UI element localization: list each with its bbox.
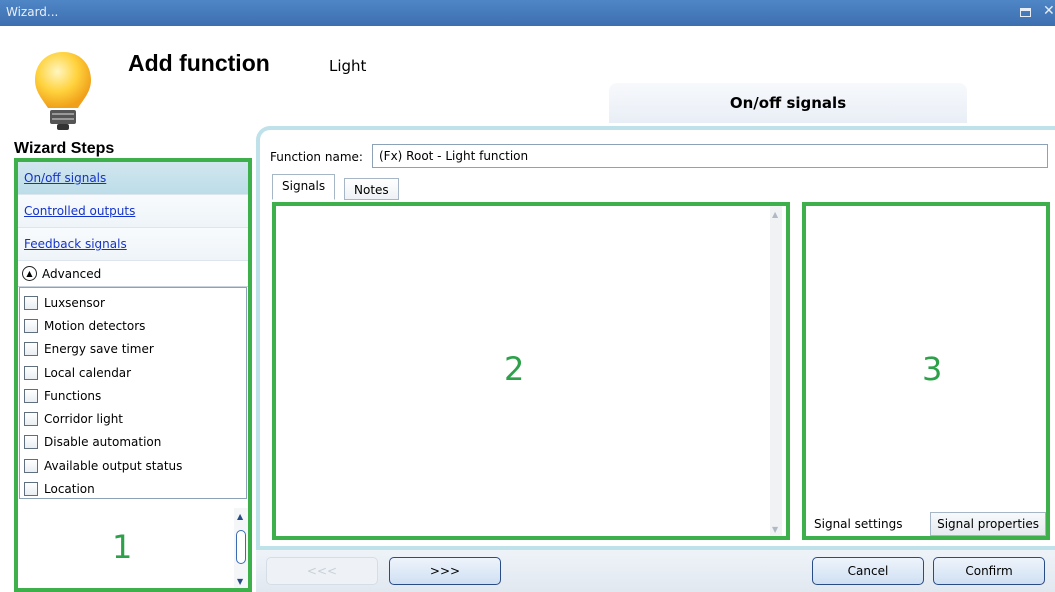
option-available-output-status[interactable]: Available output status	[20, 454, 246, 477]
checkbox[interactable]	[24, 365, 38, 380]
step-link-controlled-outputs[interactable]: Controlled outputs	[18, 195, 248, 228]
annotation-number-2: 2	[504, 350, 525, 388]
advanced-toggle[interactable]: ▲ Advanced	[18, 261, 248, 287]
scroll-up-arrow-icon[interactable]: ▲	[772, 210, 778, 219]
next-button[interactable]: >>>	[389, 557, 501, 585]
option-functions[interactable]: Functions	[20, 384, 246, 407]
checkbox[interactable]	[24, 482, 38, 497]
checkbox[interactable]	[24, 435, 38, 450]
confirm-button[interactable]: Confirm	[933, 557, 1045, 585]
current-step-tab: On/off signals	[609, 83, 967, 123]
sidebar-scrollbar[interactable]: ▲ ▼	[234, 508, 248, 588]
option-label: Available output status	[44, 458, 183, 473]
restore-window-icon[interactable]	[1020, 8, 1031, 17]
scroll-down-arrow-icon[interactable]: ▼	[772, 525, 778, 534]
scrollbar-thumb[interactable]	[236, 530, 246, 564]
scroll-up-arrow-icon[interactable]: ▲	[237, 512, 243, 521]
sidebar-scroll-area: 1 ▲ ▼	[18, 508, 248, 588]
signals-scrollbar[interactable]: ▲ ▼	[770, 206, 782, 536]
wizard-steps-title: Wizard Steps	[14, 140, 115, 157]
cancel-button[interactable]: Cancel	[812, 557, 924, 585]
option-corridor-light[interactable]: Corridor light	[20, 407, 246, 430]
option-label: Disable automation	[44, 435, 162, 450]
advanced-label: Advanced	[42, 266, 102, 281]
option-label: Local calendar	[44, 365, 132, 380]
checkbox[interactable]	[24, 295, 38, 310]
step-link-on-off-signals[interactable]: On/off signals	[18, 162, 248, 195]
previous-button[interactable]: <<<	[266, 557, 378, 585]
signals-list-panel: 2 ▲ ▼	[272, 202, 790, 540]
option-label: Location	[44, 482, 95, 497]
checkbox[interactable]	[24, 458, 38, 473]
checkbox[interactable]	[24, 388, 38, 403]
window-title: Wizard...	[6, 5, 59, 19]
option-disable-automation[interactable]: Disable automation	[20, 431, 246, 454]
annotation-number-3: 3	[922, 350, 943, 388]
tab-signal-properties[interactable]: Signal properties	[930, 512, 1046, 536]
step-link-feedback-signals[interactable]: Feedback signals	[18, 228, 248, 261]
scroll-down-arrow-icon[interactable]: ▼	[237, 577, 243, 586]
window-titlebar: Wizard... ✕	[0, 0, 1055, 26]
function-name-input[interactable]: (Fx) Root - Light function	[372, 144, 1048, 168]
close-icon[interactable]: ✕	[1043, 3, 1055, 19]
tab-signals[interactable]: Signals	[272, 174, 336, 200]
wizard-footer: <<< >>> Cancel Confirm	[256, 550, 1055, 592]
option-label: Motion detectors	[44, 318, 146, 333]
main-content-panel: Function name: (Fx) Root - Light functio…	[256, 126, 1055, 550]
option-label: Functions	[44, 388, 102, 403]
wizard-header: Add function Light On/off signals	[0, 26, 1055, 130]
checkbox[interactable]	[24, 318, 38, 333]
option-energy-save-timer[interactable]: Energy save timer	[20, 338, 246, 361]
collapse-chevron-icon[interactable]: ▲	[22, 266, 37, 281]
annotation-number-1: 1	[112, 528, 133, 566]
signal-settings-panel: 3 Signal settings Signal properties	[802, 202, 1050, 540]
checkbox[interactable]	[24, 412, 38, 427]
light-bulb-icon	[35, 52, 91, 130]
function-name-label: Function name:	[270, 150, 363, 164]
option-label: Luxsensor	[44, 295, 105, 310]
option-label: Corridor light	[44, 412, 124, 427]
page-title: Add function	[128, 50, 270, 76]
option-luxsensor[interactable]: Luxsensor	[20, 291, 246, 314]
option-label: Energy save timer	[44, 342, 154, 357]
option-location[interactable]: Location	[20, 477, 246, 500]
advanced-options-list: Luxsensor Motion detectors Energy save t…	[19, 287, 247, 499]
function-type-label: Light	[329, 57, 367, 75]
option-motion-detectors[interactable]: Motion detectors	[20, 314, 246, 337]
option-local-calendar[interactable]: Local calendar	[20, 361, 246, 384]
tab-signal-settings[interactable]: Signal settings	[808, 512, 909, 536]
tab-notes[interactable]: Notes	[344, 178, 399, 200]
wizard-steps-panel: On/off signals Controlled outputs Feedba…	[14, 158, 252, 592]
checkbox[interactable]	[24, 342, 38, 357]
